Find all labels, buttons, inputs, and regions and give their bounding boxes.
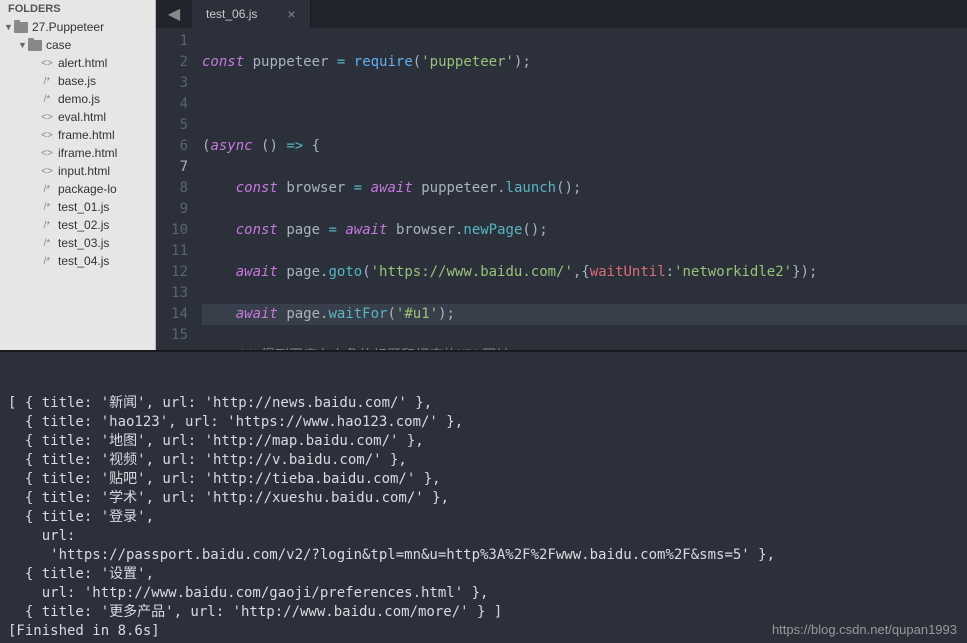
- line-number: 6: [156, 136, 188, 157]
- tab-active[interactable]: test_06.js ×: [192, 0, 311, 28]
- tree-file[interactable]: <> iframe.html: [0, 144, 155, 162]
- console-line: 'https://passport.baidu.com/v2/?login&tp…: [8, 546, 959, 565]
- line-number: 2: [156, 52, 188, 73]
- file-type-icon: <>: [40, 148, 54, 159]
- tree-folder-case[interactable]: ▼ case: [0, 36, 155, 54]
- file-type-icon: <>: [40, 58, 54, 69]
- tree-file[interactable]: <> input.html: [0, 162, 155, 180]
- file-type-icon: /*: [40, 202, 54, 213]
- folder-icon: [28, 40, 42, 51]
- file-label: input.html: [58, 164, 110, 178]
- file-type-icon: /*: [40, 184, 54, 195]
- file-type-icon: <>: [40, 130, 54, 141]
- file-label: test_01.js: [58, 200, 109, 214]
- line-number: 3: [156, 73, 188, 94]
- console-line: { title: 'hao123', url: 'https://www.hao…: [8, 413, 959, 432]
- tree-file[interactable]: /* test_04.js: [0, 252, 155, 270]
- watermark: https://blog.csdn.net/qupan1993: [772, 620, 957, 639]
- file-type-icon: /*: [40, 220, 54, 231]
- file-label: test_04.js: [58, 254, 109, 268]
- chevron-down-icon: ▼: [18, 40, 28, 50]
- line-number: 13: [156, 283, 188, 304]
- file-label: frame.html: [58, 128, 115, 142]
- editor-area: ◀ test_06.js × 123456789101112131415 con…: [156, 0, 967, 350]
- folder-icon: [14, 22, 28, 33]
- line-number: 5: [156, 115, 188, 136]
- tree-file[interactable]: /* test_03.js: [0, 234, 155, 252]
- file-type-icon: /*: [40, 76, 54, 87]
- folder-label: case: [46, 38, 71, 52]
- code-editor[interactable]: 123456789101112131415 const puppeteer = …: [156, 28, 967, 350]
- line-number: 7: [156, 157, 188, 178]
- tree-file[interactable]: <> frame.html: [0, 126, 155, 144]
- file-label: test_02.js: [58, 218, 109, 232]
- line-number: 9: [156, 199, 188, 220]
- tree-file[interactable]: /* demo.js: [0, 90, 155, 108]
- tree-file[interactable]: <> alert.html: [0, 54, 155, 72]
- file-type-icon: <>: [40, 166, 54, 177]
- tab-nav-left[interactable]: ◀: [156, 0, 192, 28]
- tree-file[interactable]: /* package-lo: [0, 180, 155, 198]
- file-label: eval.html: [58, 110, 106, 124]
- console-line: { title: '地图', url: 'http://map.baidu.co…: [8, 432, 959, 451]
- code-content[interactable]: const puppeteer = require('puppeteer'); …: [202, 28, 967, 350]
- folder-tree: ▼ 27.Puppeteer ▼ case <> alert.html /* base…: [0, 18, 155, 270]
- sidebar-header: FOLDERS: [0, 0, 155, 18]
- line-number: 15: [156, 325, 188, 346]
- file-type-icon: /*: [40, 238, 54, 249]
- file-label: alert.html: [58, 56, 107, 70]
- file-type-icon: /*: [40, 256, 54, 267]
- tree-file[interactable]: /* base.js: [0, 72, 155, 90]
- line-number: 1: [156, 31, 188, 52]
- line-gutter: 123456789101112131415: [156, 28, 202, 350]
- tree-file[interactable]: /* test_01.js: [0, 198, 155, 216]
- console-line: { title: '登录',: [8, 508, 959, 527]
- line-number: 11: [156, 241, 188, 262]
- console-line: { title: '设置',: [8, 565, 959, 584]
- file-label: test_03.js: [58, 236, 109, 250]
- file-label: demo.js: [58, 92, 100, 106]
- file-type-icon: /*: [40, 94, 54, 105]
- tree-file[interactable]: <> eval.html: [0, 108, 155, 126]
- line-number: 4: [156, 94, 188, 115]
- console-line: { title: '学术', url: 'http://xueshu.baidu…: [8, 489, 959, 508]
- file-label: package-lo: [58, 182, 117, 196]
- line-number: 14: [156, 304, 188, 325]
- file-type-icon: <>: [40, 112, 54, 123]
- close-icon[interactable]: ×: [287, 6, 295, 22]
- tree-file[interactable]: /* test_02.js: [0, 216, 155, 234]
- sidebar: FOLDERS ▼ 27.Puppeteer ▼ case <> alert.ht…: [0, 0, 156, 350]
- line-number: 12: [156, 262, 188, 283]
- line-number: 10: [156, 220, 188, 241]
- output-console[interactable]: [ { title: '新闻', url: 'http://news.baidu…: [0, 350, 967, 643]
- file-label: iframe.html: [58, 146, 117, 160]
- console-line: [ { title: '新闻', url: 'http://news.baidu…: [8, 394, 959, 413]
- folder-label: 27.Puppeteer: [32, 20, 104, 34]
- console-line: url:: [8, 527, 959, 546]
- tab-bar: ◀ test_06.js ×: [156, 0, 967, 28]
- console-line: { title: '视频', url: 'http://v.baidu.com/…: [8, 451, 959, 470]
- console-line: { title: '贴吧', url: 'http://tieba.baidu.…: [8, 470, 959, 489]
- tab-title: test_06.js: [206, 7, 257, 21]
- line-number: 8: [156, 178, 188, 199]
- file-label: base.js: [58, 74, 96, 88]
- tree-folder-root[interactable]: ▼ 27.Puppeteer: [0, 18, 155, 36]
- chevron-down-icon: ▼: [4, 22, 14, 32]
- console-line: url: 'http://www.baidu.com/gaoji/prefere…: [8, 584, 959, 603]
